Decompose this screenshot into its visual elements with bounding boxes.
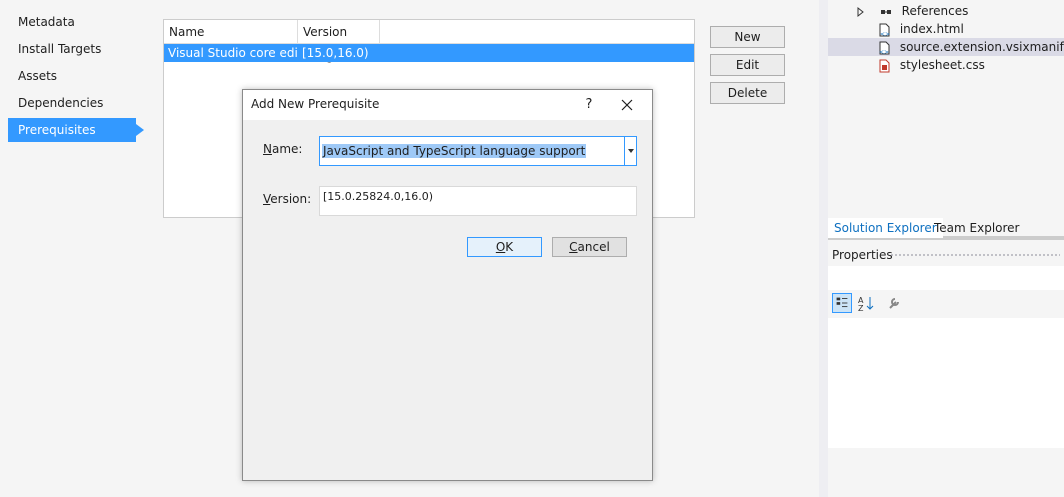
nav-item-dependencies[interactable]: Dependencies <box>8 91 136 115</box>
nav-item-prerequisites[interactable]: Prerequisites <box>8 118 144 142</box>
panel-splitter[interactable] <box>819 0 828 497</box>
manifest-file-icon: <> <box>879 41 890 55</box>
name-combobox[interactable]: JavaScript and TypeScript language suppo… <box>319 136 637 166</box>
dialog-title: Add New Prerequisite <box>251 97 380 111</box>
properties-title-text: Properties <box>832 248 893 262</box>
list-header: Name Version Range <box>164 20 694 63</box>
add-prerequisite-dialog: Add New Prerequisite ? Name: JavaScript … <box>242 89 653 481</box>
tree-item-label: References <box>901 4 969 18</box>
expand-arrow-icon[interactable] <box>856 5 866 19</box>
nav-item-install-targets[interactable]: Install Targets <box>8 37 136 61</box>
tree-item-stylesheet-css[interactable]: stylesheet.css <box>878 56 1058 74</box>
dialog-titlebar[interactable]: Add New Prerequisite ? <box>243 90 652 120</box>
ok-button[interactable]: OK <box>467 237 542 257</box>
nav-item-assets[interactable]: Assets <box>8 64 136 88</box>
tree-item-references[interactable]: References <box>856 2 1056 20</box>
help-button[interactable]: ? <box>579 94 599 116</box>
name-label: Name: <box>263 142 303 156</box>
close-icon[interactable] <box>615 94 639 116</box>
svg-text:Z: Z <box>858 304 864 313</box>
column-header-name[interactable]: Name <box>164 20 298 44</box>
chevron-down-icon[interactable] <box>624 137 636 165</box>
css-file-icon <box>879 59 890 72</box>
version-label: Version: <box>263 192 312 206</box>
name-combobox-value[interactable]: JavaScript and TypeScript language suppo… <box>322 144 587 158</box>
svg-text:<>: <> <box>879 49 889 55</box>
grip-dots[interactable] <box>890 253 1060 258</box>
solution-explorer: References <> index.html <> source.exten… <box>828 0 1064 216</box>
properties-object-selector[interactable] <box>828 266 1064 290</box>
cancel-button[interactable]: Cancel <box>552 237 627 257</box>
property-pages-wrench-icon[interactable] <box>884 293 904 313</box>
tree-item-label: index.html <box>899 22 964 36</box>
properties-panel: Properties AZ <box>828 244 1064 497</box>
references-icon <box>880 9 891 14</box>
nav-item-metadata[interactable]: Metadata <box>8 10 136 34</box>
tree-item-vsixmanifest[interactable]: <> source.extension.vsixmanifest <box>828 38 1064 56</box>
delete-button[interactable]: Delete <box>710 82 785 104</box>
tab-solution-explorer[interactable]: Solution Explorer <box>828 218 943 238</box>
explorer-tabs: Solution Explorer Team Explorer <box>828 216 1064 240</box>
list-row[interactable]: Visual Studio core editor [15.0,16.0) <box>164 44 694 62</box>
properties-title: Properties <box>828 244 1064 266</box>
left-nav: Metadata Install Targets Assets Dependen… <box>0 0 150 497</box>
row-version-cell: [15.0,16.0) <box>302 46 369 60</box>
column-header-version-range[interactable]: Version Range <box>298 20 380 63</box>
version-field[interactable]: [15.0.25824.0,16.0) <box>319 186 637 216</box>
alphabetical-sort-icon[interactable]: AZ <box>856 293 876 313</box>
tab-team-explorer[interactable]: Team Explorer <box>928 218 1026 238</box>
tree-item-index-html[interactable]: <> index.html <box>878 20 1058 38</box>
svg-text:<>: <> <box>880 31 890 37</box>
edit-button[interactable]: Edit <box>710 54 785 76</box>
html-file-icon: <> <box>879 23 890 37</box>
tree-item-label: source.extension.vsixmanifest <box>899 40 1064 54</box>
categorized-icon[interactable] <box>832 293 852 313</box>
properties-grid[interactable] <box>828 318 1064 448</box>
row-name-cell: Visual Studio core editor <box>168 46 298 60</box>
new-button[interactable]: New <box>710 26 785 48</box>
properties-toolbar: AZ <box>828 290 1064 316</box>
tree-item-label: stylesheet.css <box>899 58 985 72</box>
